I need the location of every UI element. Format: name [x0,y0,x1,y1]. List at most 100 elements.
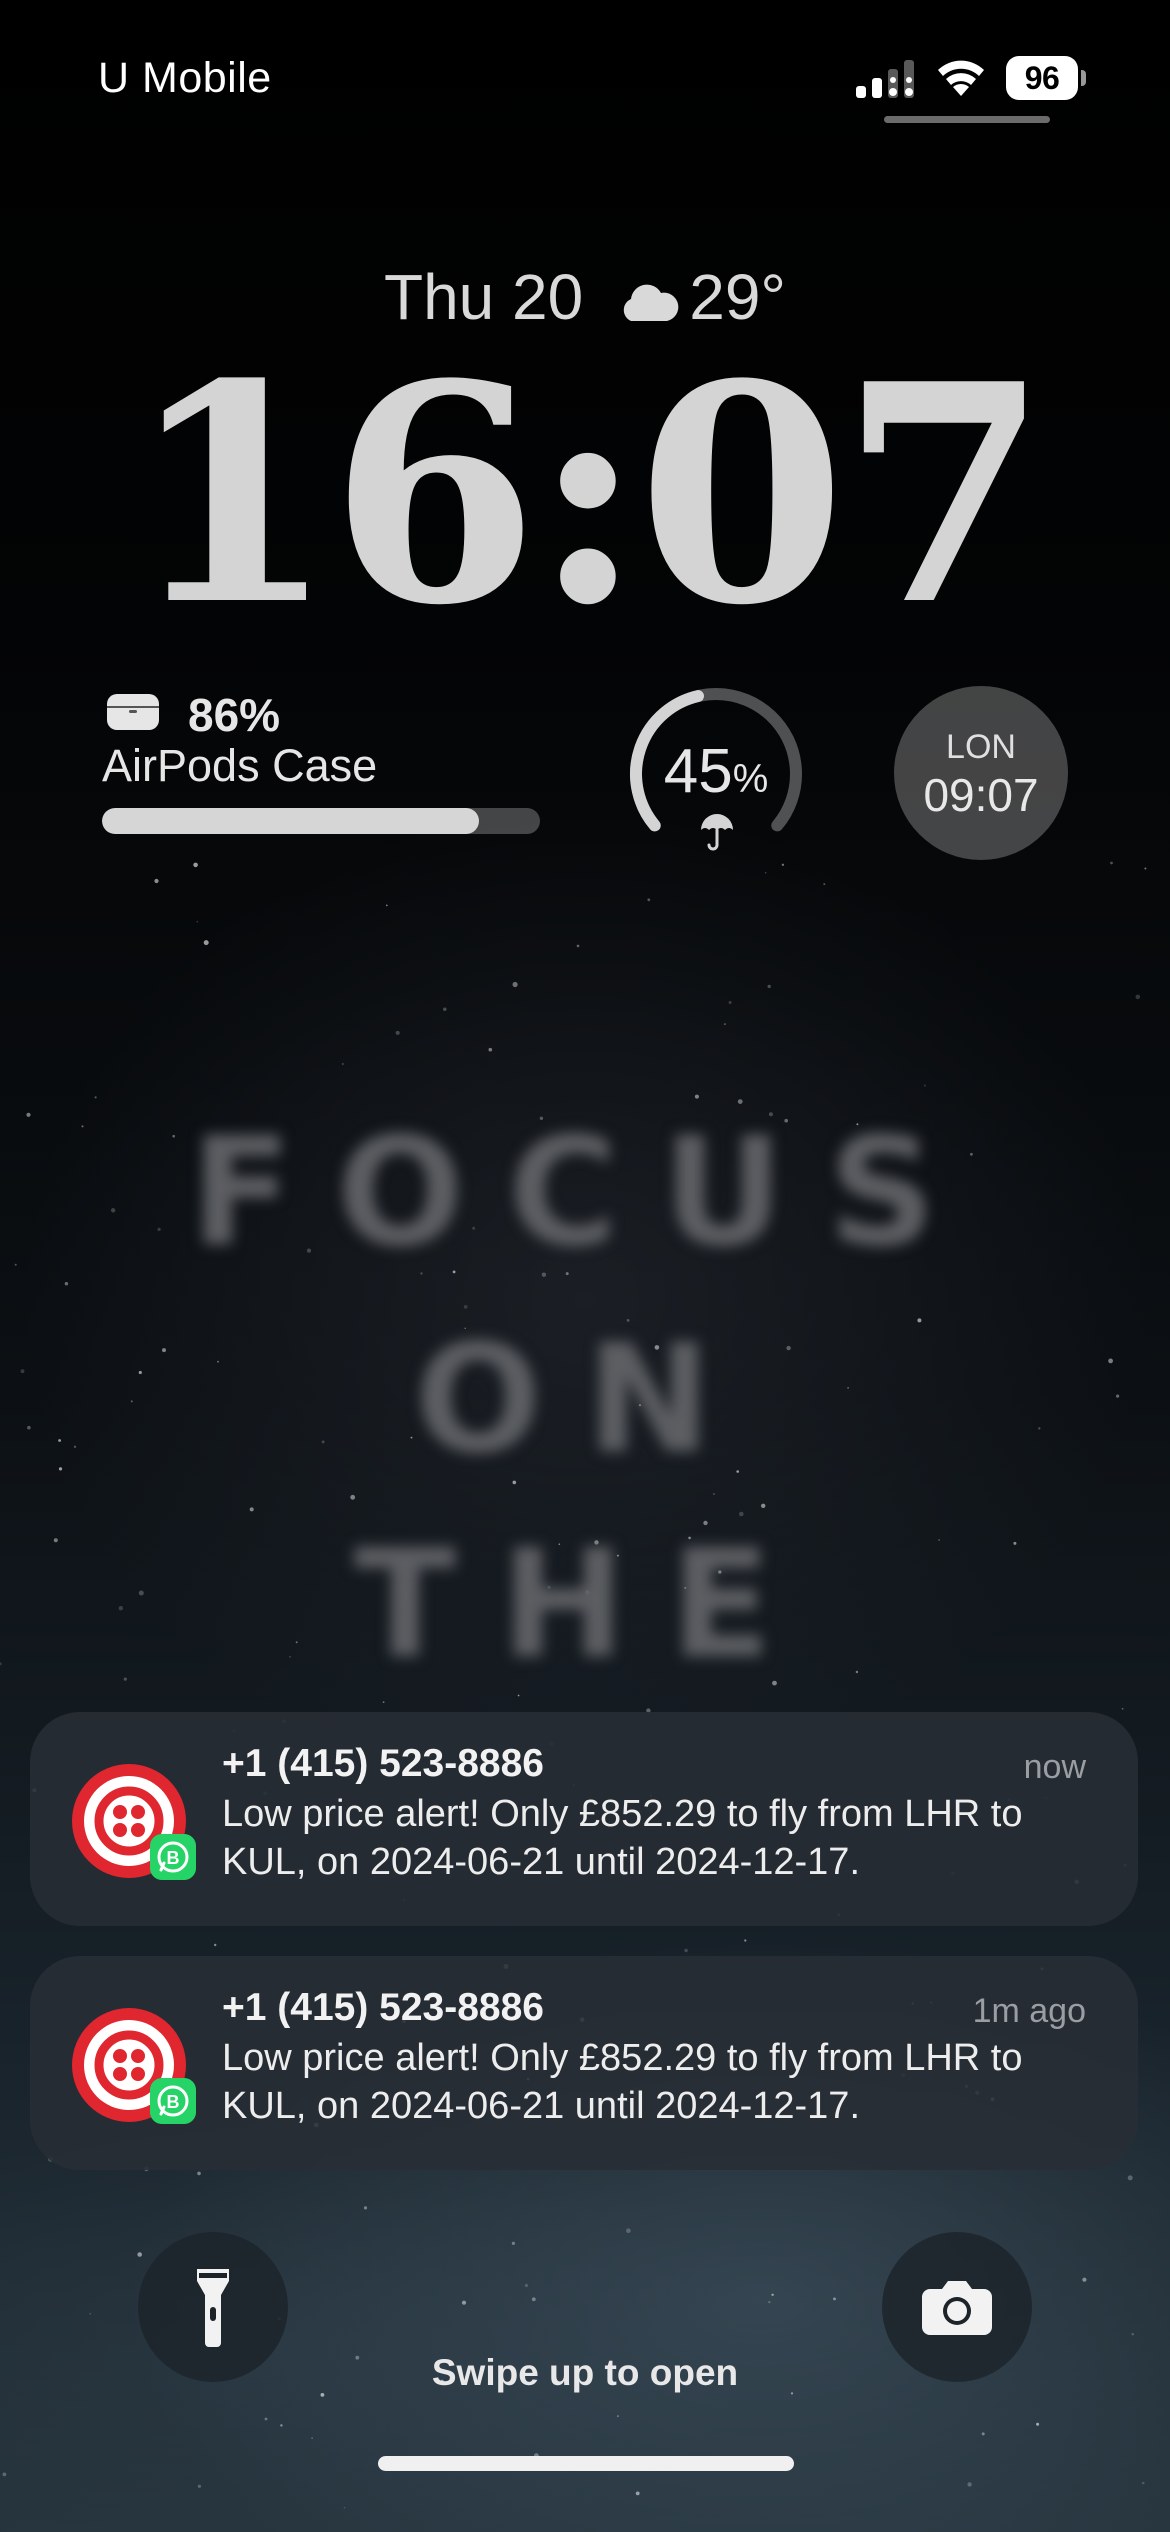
airpods-battery-bar [102,808,540,834]
lock-screen: U Mobile 96 Thu 20 29° 16:07 86% AirPods… [0,0,1170,2532]
star [382,1701,385,1703]
star [197,2484,201,2488]
star [280,2424,283,2427]
star [197,2171,201,2176]
star [626,2228,631,2233]
star [196,920,199,923]
camera-icon [922,2281,992,2335]
star [923,1084,927,1087]
star [833,2297,836,2301]
rain-chance-value: 45% [626,736,806,807]
airpods-percent: 86% [188,689,281,741]
star [1135,994,1141,1000]
star [214,1943,217,1947]
star [981,2432,985,2436]
umbrella-icon [701,814,733,851]
star [635,2491,640,2496]
star [694,1094,699,1099]
star [771,2293,774,2296]
star [511,2241,515,2245]
star [1036,2422,1040,2426]
star [137,2252,142,2257]
star [203,940,209,946]
airpods-battery-fill [102,808,479,834]
home-indicator[interactable] [378,2456,794,2471]
wallpaper-text-line: THE [353,1518,817,1692]
star [463,1305,468,1309]
star [1127,2175,1133,2181]
world-clock-time: 09:07 [923,769,1039,821]
star [249,1507,254,1512]
star [343,2506,346,2509]
star [1141,2481,1145,2485]
star [524,2283,529,2288]
whatsapp-business-icon: B [150,2078,196,2124]
star [744,1939,747,1942]
star [647,898,651,902]
notification-body: Low price alert! Only £852.29 to fly fro… [222,1793,1023,1883]
cellular-signal-icon [856,60,914,98]
notification-time: 1m ago [972,1992,1086,2030]
star [531,2297,536,2302]
notification-card[interactable]: B +1 (415) 523-8886 1m ago Low price ale… [30,1956,1138,2170]
wifi-icon [938,60,984,96]
star [2,2472,7,2477]
star [64,1282,69,1286]
star [761,1503,766,1509]
star [350,1494,356,1500]
airpods-battery-widget[interactable]: 86% AirPods Case [102,688,542,838]
star [311,2437,313,2439]
star [723,1023,726,1026]
wallpaper-text-line: ON [414,1313,756,1487]
star [823,883,826,886]
star [967,2482,972,2487]
svg-text:B: B [167,1848,180,1868]
carrier-name: U Mobile [98,54,272,102]
star [154,878,159,884]
rain-chance-number: 45 [663,737,733,806]
star [488,1047,493,1052]
star [728,1001,732,1004]
star [712,1493,715,1495]
notification-card[interactable]: B +1 (415) 523-8886 now Low price alert!… [30,1712,1138,1926]
notification-body: Low price alert! Only £852.29 to fly fro… [222,2037,1023,2127]
star [363,2206,368,2210]
world-clock-widget[interactable]: LON 09:07 [894,686,1068,860]
battery-tip [1081,70,1086,86]
whatsapp-business-icon: B [150,1834,196,1880]
notification-sender: +1 (415) 523-8886 [222,1986,544,2029]
notification-sender: +1 (415) 523-8886 [222,1742,544,1785]
star [341,1063,344,1065]
star [94,1096,97,1099]
star [26,1112,31,1117]
star [616,2415,619,2418]
cloud-icon [624,284,679,321]
star [1144,867,1147,870]
star [264,2417,268,2421]
star [395,1030,400,1035]
star [1082,2277,1087,2282]
star [576,944,580,948]
star [917,1318,922,1323]
star [768,2300,771,2304]
star [461,2300,467,2305]
star [1110,861,1113,865]
battery-icon: 96 [1006,56,1086,100]
star [739,1511,744,1517]
world-clock-city: LON [946,728,1016,766]
swipe-up-hint: Swipe up to open [431,2352,739,2393]
star [764,871,767,874]
star [512,981,518,988]
control-center-indicator[interactable] [884,116,1050,123]
lock-screen-clock[interactable]: 16:07 [0,345,1170,645]
star [89,2312,92,2315]
airpods-label: AirPods Case [102,740,378,791]
star [1121,1707,1124,1710]
star [767,984,771,989]
notification-time: now [1023,1748,1086,1786]
rain-chance-widget[interactable]: 45% [626,684,806,864]
status-bar: U Mobile 96 [0,0,1170,140]
star [1131,2333,1134,2336]
star [737,1099,743,1104]
star [443,1007,447,1011]
